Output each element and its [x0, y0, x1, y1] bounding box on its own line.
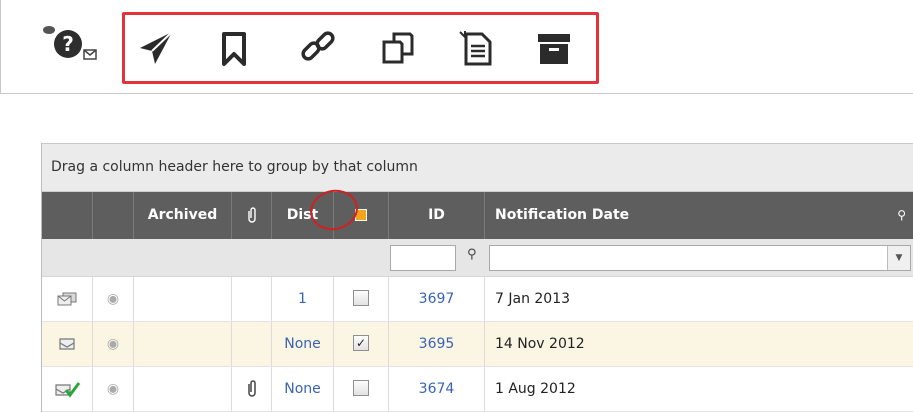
- column-header-notification-date[interactable]: Notification Date ⚲: [485, 192, 913, 239]
- archived-cell: [134, 367, 232, 411]
- view-eye-icon[interactable]: ◉: [93, 322, 134, 366]
- divider: [0, 0, 1, 94]
- copy-icon[interactable]: [378, 28, 418, 68]
- grid-header: Archived Dist ID Notification Date ⚲: [42, 192, 913, 239]
- svg-text:?: ?: [62, 32, 74, 56]
- dist-link[interactable]: None: [272, 367, 334, 411]
- row-checkbox[interactable]: [353, 290, 369, 306]
- toolbar: ?: [0, 0, 913, 94]
- multi-envelope-icon: [42, 277, 93, 321]
- table-row[interactable]: ◉ None 3674 1 Aug 2012: [42, 367, 913, 412]
- attachment-cell: [232, 277, 272, 321]
- group-by-hint: Drag a column header here to group by th…: [51, 159, 418, 175]
- help-mail-icon[interactable]: ?: [40, 22, 104, 70]
- date-filter-input[interactable]: ▼: [489, 245, 911, 271]
- notification-date-cell: 1 Aug 2012: [495, 381, 576, 397]
- link-icon[interactable]: [298, 28, 338, 68]
- date-filter-dropdown-icon[interactable]: ▼: [887, 246, 910, 270]
- send-icon[interactable]: [136, 28, 176, 68]
- id-link[interactable]: 3674: [389, 367, 485, 411]
- notification-date-cell: 14 Nov 2012: [495, 336, 585, 352]
- dist-link[interactable]: None: [272, 322, 334, 366]
- dist-link[interactable]: 1: [272, 277, 334, 321]
- id-link[interactable]: 3695: [389, 322, 485, 366]
- column-header-id[interactable]: ID: [389, 192, 485, 239]
- archive-icon[interactable]: [534, 28, 574, 68]
- bookmark-icon[interactable]: [214, 28, 254, 68]
- column-header-attachment[interactable]: [232, 192, 272, 239]
- notification-date-label: Notification Date: [495, 207, 630, 223]
- row-select-cell: [334, 367, 389, 411]
- group-by-panel[interactable]: Drag a column header here to group by th…: [42, 143, 913, 192]
- row-select-cell: ✓: [334, 322, 389, 366]
- paperclip-icon: [247, 207, 256, 223]
- row-checkbox-checked[interactable]: ✓: [353, 335, 369, 351]
- attachment-cell: [232, 322, 272, 366]
- envelope-check-icon: [42, 367, 93, 411]
- toolbar-divider: [0, 93, 913, 94]
- notification-date-cell: 7 Jan 2013: [495, 291, 571, 307]
- paperclip-icon[interactable]: [232, 367, 272, 411]
- table-row[interactable]: ◉ None ✓ 3695 14 Nov 2012: [42, 322, 913, 367]
- column-header-type[interactable]: [42, 192, 93, 239]
- id-link[interactable]: 3697: [389, 277, 485, 321]
- archived-cell: [134, 277, 232, 321]
- row-select-cell: [334, 277, 389, 321]
- id-filter-input[interactable]: [390, 245, 456, 271]
- row-checkbox[interactable]: [353, 380, 369, 396]
- archived-cell: [134, 322, 232, 366]
- new-document-icon[interactable]: [456, 28, 496, 68]
- toolbar-highlight-box: [122, 12, 599, 84]
- notifications-grid: Drag a column header here to group by th…: [41, 143, 913, 412]
- column-header-view[interactable]: [93, 192, 134, 239]
- column-header-archived[interactable]: Archived: [134, 192, 232, 239]
- table-row[interactable]: ◉ 1 3697 7 Jan 2013: [42, 277, 913, 322]
- view-eye-icon[interactable]: ◉: [93, 367, 134, 411]
- filter-pin-icon[interactable]: ⚲: [897, 192, 906, 239]
- id-filter-icon[interactable]: ⚲: [467, 247, 477, 262]
- envelope-icon: [42, 322, 93, 366]
- filter-row: ⚲ ▼: [42, 239, 913, 277]
- view-eye-icon[interactable]: ◉: [93, 277, 134, 321]
